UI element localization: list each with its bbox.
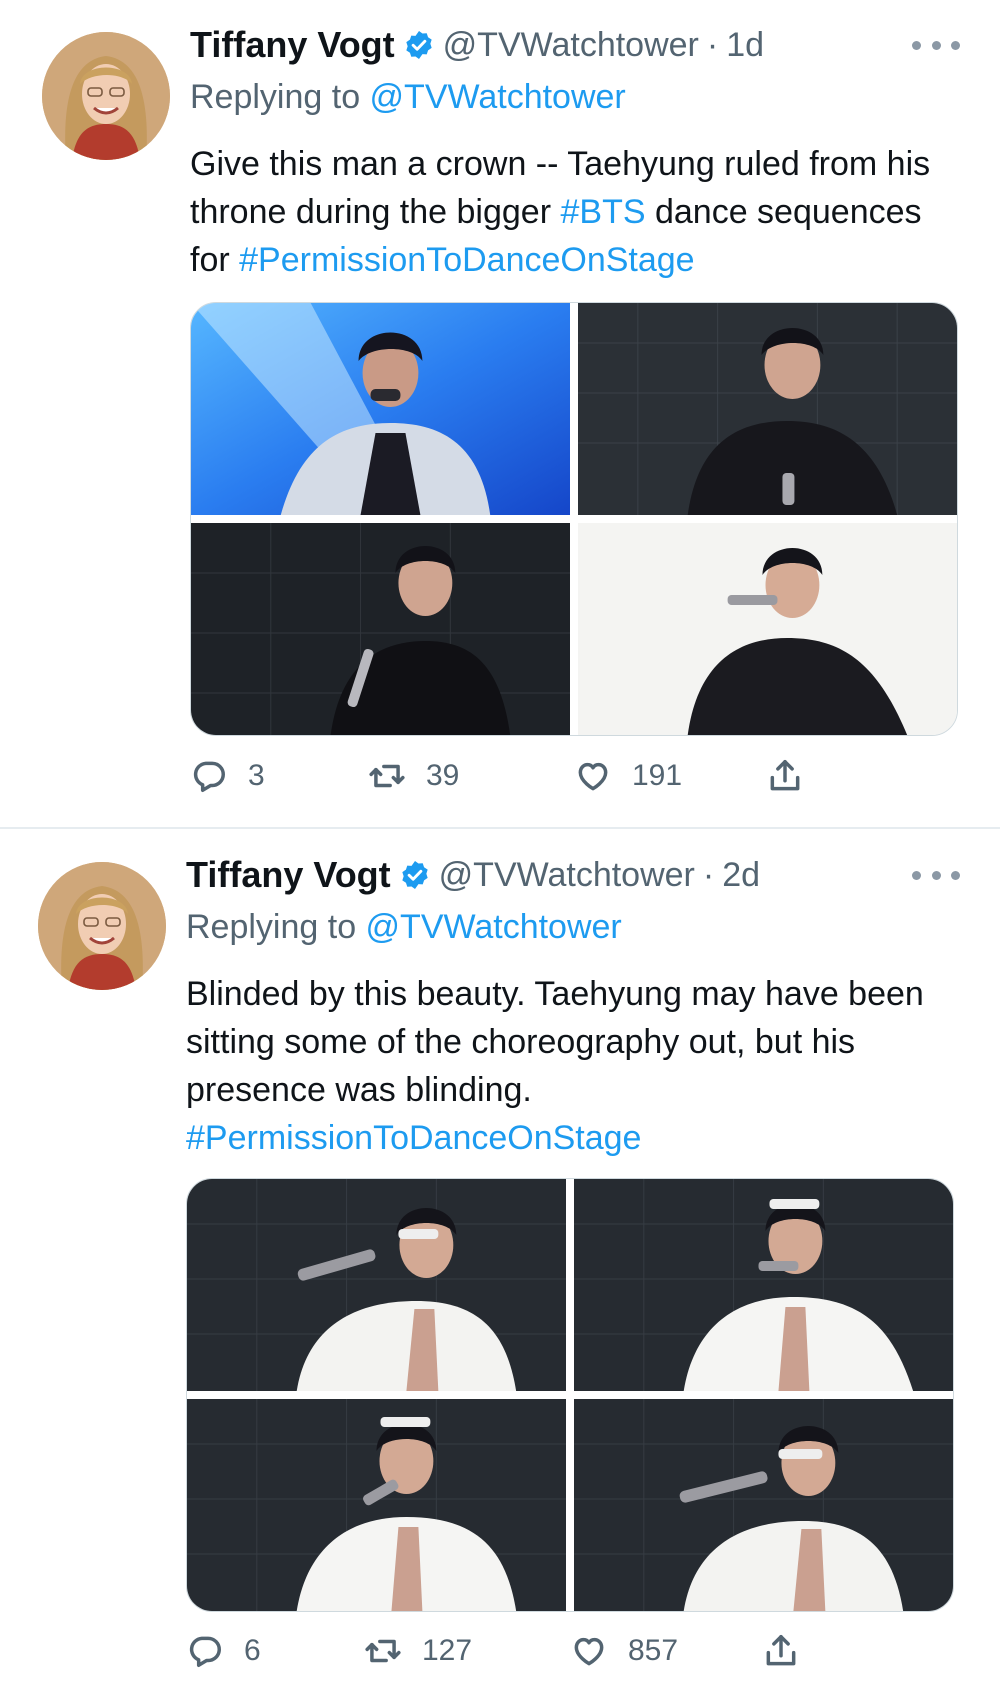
concert-photo bbox=[187, 1179, 566, 1391]
replying-to: Replying to @TVWatchtower bbox=[186, 908, 622, 947]
media-photo[interactable] bbox=[191, 303, 570, 515]
tweet-feed: Tiffany Vogt @TVWatchtower · 1d Replying… bbox=[0, 0, 1000, 1702]
tweet[interactable]: Tiffany Vogt @TVWatchtower · 2d Replying… bbox=[0, 830, 1000, 1702]
author-name[interactable]: Tiffany Vogt bbox=[186, 854, 391, 896]
avatar-image bbox=[38, 862, 166, 990]
media-grid bbox=[186, 1178, 954, 1612]
concert-photo bbox=[191, 303, 570, 515]
tweet-divider bbox=[0, 827, 1000, 829]
heart-icon bbox=[578, 762, 608, 791]
like-button[interactable]: 191 bbox=[574, 757, 766, 795]
avatar[interactable] bbox=[42, 32, 170, 160]
retweet-count: 127 bbox=[422, 1634, 473, 1667]
separator-dot: · bbox=[706, 25, 719, 64]
tweet-text: Give this man a crown -- Taehyung ruled … bbox=[190, 140, 960, 284]
author-handle[interactable]: @TVWatchtower bbox=[439, 856, 695, 895]
reply-count: 3 bbox=[248, 759, 265, 792]
replying-to-link[interactable]: @TVWatchtower bbox=[366, 908, 622, 946]
like-count: 191 bbox=[632, 759, 683, 792]
like-button[interactable]: 857 bbox=[570, 1632, 762, 1670]
share-icon bbox=[770, 760, 800, 791]
media-photo[interactable] bbox=[578, 303, 957, 515]
verified-badge-icon bbox=[406, 31, 432, 59]
author-handle[interactable]: @TVWatchtower bbox=[443, 26, 699, 65]
reply-button[interactable]: 3 bbox=[190, 757, 368, 795]
tweet-time[interactable]: 2d bbox=[722, 856, 760, 895]
reply-count: 6 bbox=[244, 1634, 261, 1667]
tweet-time[interactable]: 1d bbox=[726, 26, 764, 65]
avatar-image bbox=[42, 32, 170, 160]
hashtag-link[interactable]: #BTS bbox=[560, 193, 645, 231]
retweet-icon bbox=[369, 764, 405, 788]
concert-photo bbox=[574, 1399, 953, 1611]
concert-photo bbox=[187, 1399, 566, 1611]
media-photo[interactable] bbox=[187, 1179, 566, 1391]
more-icon[interactable] bbox=[912, 868, 960, 882]
verified-badge-icon bbox=[402, 861, 428, 889]
concert-photo bbox=[578, 303, 957, 515]
retweet-icon bbox=[365, 1639, 401, 1663]
tweet-header: Tiffany Vogt @TVWatchtower · 1d bbox=[190, 22, 764, 68]
share-button[interactable] bbox=[766, 757, 804, 795]
more-icon[interactable] bbox=[912, 38, 960, 52]
share-button[interactable] bbox=[762, 1632, 800, 1670]
media-photo[interactable] bbox=[574, 1179, 953, 1391]
replying-prefix: Replying to bbox=[190, 78, 370, 116]
avatar[interactable] bbox=[38, 862, 166, 990]
heart-icon bbox=[574, 1637, 604, 1666]
concert-photo bbox=[574, 1179, 953, 1391]
media-photo[interactable] bbox=[191, 523, 570, 735]
retweet-button[interactable]: 127 bbox=[364, 1632, 570, 1670]
hashtag-link[interactable]: #PermissionToDanceOnStage bbox=[239, 241, 694, 279]
reply-icon bbox=[193, 761, 225, 792]
media-photo[interactable] bbox=[578, 523, 957, 735]
author-name[interactable]: Tiffany Vogt bbox=[190, 24, 395, 66]
replying-prefix: Replying to bbox=[186, 908, 366, 946]
like-count: 857 bbox=[628, 1634, 679, 1667]
replying-to: Replying to @TVWatchtower bbox=[190, 78, 626, 117]
concert-photo bbox=[578, 523, 957, 735]
retweet-button[interactable]: 39 bbox=[368, 757, 574, 795]
media-grid bbox=[190, 302, 958, 736]
tweet-actions: 3 39 191 bbox=[190, 752, 830, 800]
concert-photo bbox=[191, 523, 570, 735]
tweet-text-part: Blinded by this beauty. Taehyung may hav… bbox=[186, 975, 924, 1109]
media-photo[interactable] bbox=[187, 1399, 566, 1611]
tweet[interactable]: Tiffany Vogt @TVWatchtower · 1d Replying… bbox=[0, 0, 1000, 828]
tweet-actions: 6 127 857 bbox=[186, 1627, 826, 1675]
reply-button[interactable]: 6 bbox=[186, 1632, 364, 1670]
retweet-count: 39 bbox=[426, 759, 460, 792]
replying-to-link[interactable]: @TVWatchtower bbox=[370, 78, 626, 116]
hashtag-link[interactable]: #PermissionToDanceOnStage bbox=[186, 1119, 641, 1157]
tweet-header: Tiffany Vogt @TVWatchtower · 2d bbox=[186, 852, 760, 898]
share-icon bbox=[766, 1635, 796, 1666]
separator-dot: · bbox=[702, 855, 715, 894]
media-photo[interactable] bbox=[574, 1399, 953, 1611]
tweet-text: Blinded by this beauty. Taehyung may hav… bbox=[186, 970, 960, 1162]
reply-icon bbox=[189, 1636, 221, 1667]
